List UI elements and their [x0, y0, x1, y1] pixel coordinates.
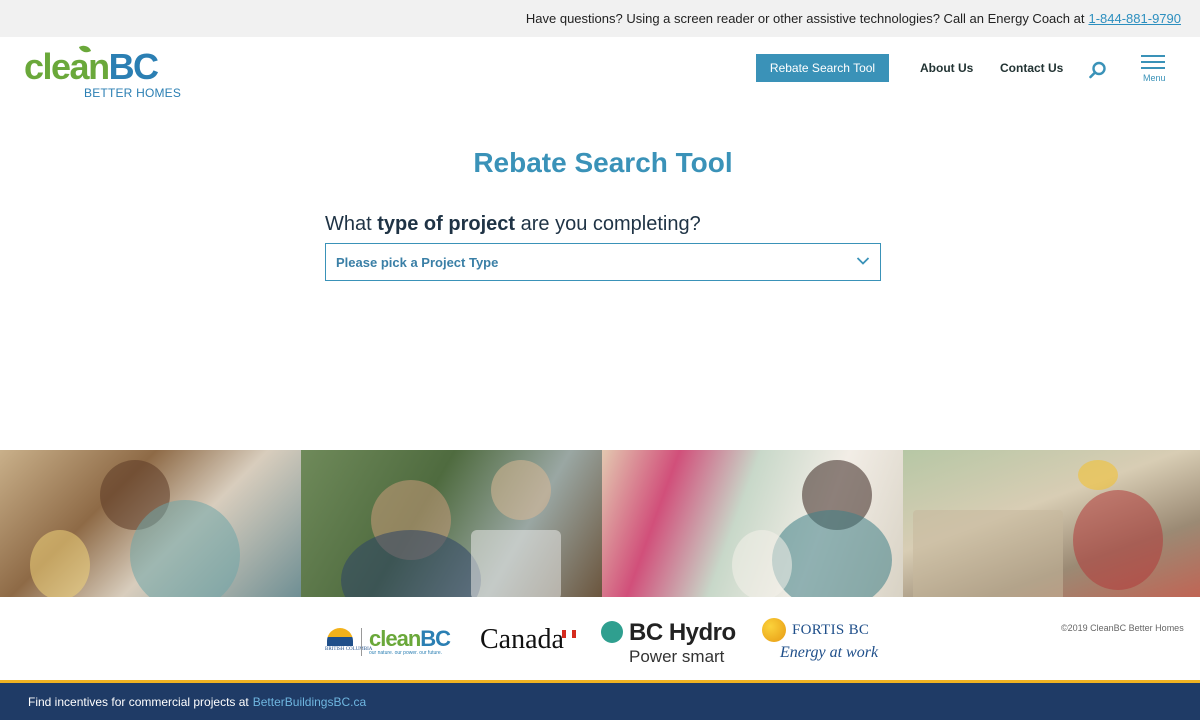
logo-divider	[361, 628, 362, 656]
copyright-text: ©2019 CleanBC Better Homes	[1061, 623, 1184, 633]
chevron-down-icon	[856, 257, 870, 265]
cleanbc-partner-clean: clean	[369, 626, 421, 651]
nav-about-us[interactable]: About Us	[920, 61, 973, 75]
energy-coach-phone-link[interactable]: 1-844-881-9790	[1088, 11, 1181, 26]
hamburger-bar	[1141, 61, 1165, 63]
footer-text: Find incentives for commercial projects …	[28, 694, 249, 709]
logo-clean-text: clean	[24, 46, 110, 87]
page-title: Rebate Search Tool	[473, 147, 733, 178]
project-type-question: What type of project are you completing?	[325, 213, 701, 236]
bc-hydro-mark-icon	[601, 621, 623, 643]
menu-label: Menu	[1143, 73, 1166, 83]
fortis-slogan: Energy at work	[780, 644, 879, 661]
commercial-footer: Find incentives for commercial projects …	[0, 680, 1200, 720]
bc-crest-icon	[327, 628, 353, 646]
assistance-message: Have questions? Using a screen reader or…	[525, 11, 1085, 26]
logo-bc-text: BC	[108, 46, 160, 87]
bc-hydro-name: BC Hydro	[629, 619, 736, 646]
canada-wordmark[interactable]: Canada	[480, 624, 564, 656]
question-prefix: What	[325, 213, 378, 235]
photo-technicians-heat-pump	[301, 450, 602, 597]
fortis-name: FORTIS BC	[792, 622, 870, 638]
question-emphasis: type of project	[377, 213, 516, 235]
cleanbc-logo[interactable]: cleanBC BETTER HOMES	[24, 43, 184, 105]
question-suffix: are you completing?	[515, 213, 701, 235]
bc-hydro-tagline: Power smart	[629, 647, 725, 666]
logo-wordmark: cleanBC	[24, 49, 184, 85]
bc-gov-text: BRITISH COLUMBIA	[325, 647, 373, 652]
logo-subtitle: BETTER HOMES	[84, 86, 182, 100]
better-buildings-link[interactable]: BetterBuildingsBC.ca	[253, 695, 366, 709]
project-type-placeholder: Please pick a Project Type	[336, 254, 499, 270]
photo-mother-daughter-tablet	[602, 450, 903, 597]
cleanbc-partner-bc: BC	[420, 626, 451, 651]
fortis-bc-logo[interactable]: FORTIS BC Energy at work	[762, 618, 887, 668]
hamburger-bar	[1141, 67, 1165, 69]
cleanbc-tagline: our nature. our power. our future.	[369, 650, 443, 656]
partners-bar	[0, 597, 1200, 680]
nav-contact-us[interactable]: Contact Us	[1000, 61, 1063, 75]
site-header: cleanBC BETTER HOMES Rebate Search Tool …	[0, 37, 1200, 107]
photo-roofer-installing	[903, 450, 1200, 597]
photo-strip	[0, 450, 1200, 597]
canada-flag-icon	[562, 630, 576, 638]
hamburger-icon	[1141, 55, 1165, 57]
fortis-sun-icon	[762, 618, 786, 642]
assistance-bar: Have questions? Using a screen reader or…	[0, 0, 1200, 37]
rebate-search-tool-button[interactable]: Rebate Search Tool	[756, 54, 889, 82]
project-type-select[interactable]: Please pick a Project Type	[325, 243, 881, 281]
search-icon[interactable]	[1089, 61, 1107, 79]
photo-family-kitchen	[0, 450, 301, 597]
cleanbc-partner-wordmark: cleanBC	[369, 626, 451, 652]
bc-hydro-logo[interactable]: BC Hydro Power smart	[601, 619, 741, 667]
bc-gov-cleanbc-logo[interactable]: BRITISH COLUMBIA cleanBC our nature. our…	[325, 626, 460, 658]
